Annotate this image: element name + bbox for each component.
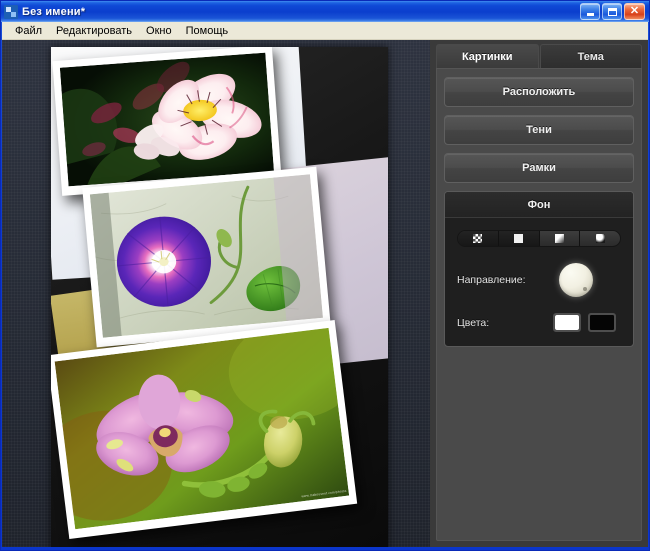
colors-row: Цвета: [457,313,621,332]
workspace[interactable]: www.makeuseof.com/photos [2,40,430,547]
radial-gradient-icon [595,234,605,243]
solid-fill-icon [514,234,524,243]
menu-bar: Файл Редактировать Окно Помощь [2,22,648,40]
background-style-selector[interactable] [457,230,621,247]
morning-glory-photo[interactable] [82,166,331,348]
color-swatch-group [553,313,616,332]
window-controls: ✕ [580,3,647,20]
minimize-button[interactable] [580,3,600,20]
tab-pictures[interactable]: Картинки [436,44,539,68]
close-button[interactable]: ✕ [624,3,645,20]
maximize-button[interactable] [602,3,622,20]
color-swatch-black-fill [590,315,614,330]
background-style-checker[interactable] [458,231,499,246]
panel-tabs: Картинки Тема [436,44,642,68]
checker-pattern-icon [473,234,483,243]
shadows-button[interactable]: Тени [444,115,634,145]
background-style-solid[interactable] [498,231,540,246]
client-area: www.makeuseof.com/photos Картинки Тема Р… [2,40,648,547]
colors-label: Цвета: [457,316,490,329]
maximize-icon [607,7,617,16]
panel-content: Расположить Тени Рамки Фон Направление: … [436,68,642,541]
color-swatch-white-fill [555,315,579,330]
background-group-title: Фон [445,192,633,218]
direction-label: Направление: [457,274,526,286]
menu-item-help[interactable]: Помощь [179,24,236,38]
linear-gradient-icon [554,234,564,243]
close-icon: ✕ [629,4,640,17]
title-bar[interactable]: Без имени* ✕ [1,1,649,22]
orchid-image [54,327,350,530]
frames-button[interactable]: Рамки [444,153,634,183]
morning-glory-image [89,174,323,338]
collage-canvas[interactable]: www.makeuseof.com/photos [51,47,388,547]
tab-theme[interactable]: Тема [539,44,642,68]
direction-knob[interactable] [559,263,593,297]
background-group: Фон Направление: Цвета: [444,191,634,347]
background-style-radial[interactable] [580,231,620,246]
color-swatch-black[interactable] [588,313,616,332]
menu-item-window[interactable]: Окно [139,24,179,38]
app-icon[interactable] [4,4,18,19]
alstroemeria-image [59,52,275,187]
menu-item-file[interactable]: Файл [8,24,49,38]
minimize-icon [586,13,594,16]
menu-item-edit[interactable]: Редактировать [49,24,139,38]
background-style-linear[interactable] [539,231,581,246]
color-swatch-white[interactable] [553,313,581,332]
background-group-body: Направление: Цвета: [445,218,633,346]
orchid-photo[interactable]: www.makeuseof.com/photos [51,320,358,539]
application-window: Без имени* ✕ Файл Редактировать Окно Пом… [0,0,650,551]
direction-row: Направление: [457,263,621,297]
arrange-button[interactable]: Расположить [444,77,634,107]
side-panel: Картинки Тема Расположить Тени Рамки Фон [430,40,648,547]
window-title: Без имени* [22,5,86,18]
